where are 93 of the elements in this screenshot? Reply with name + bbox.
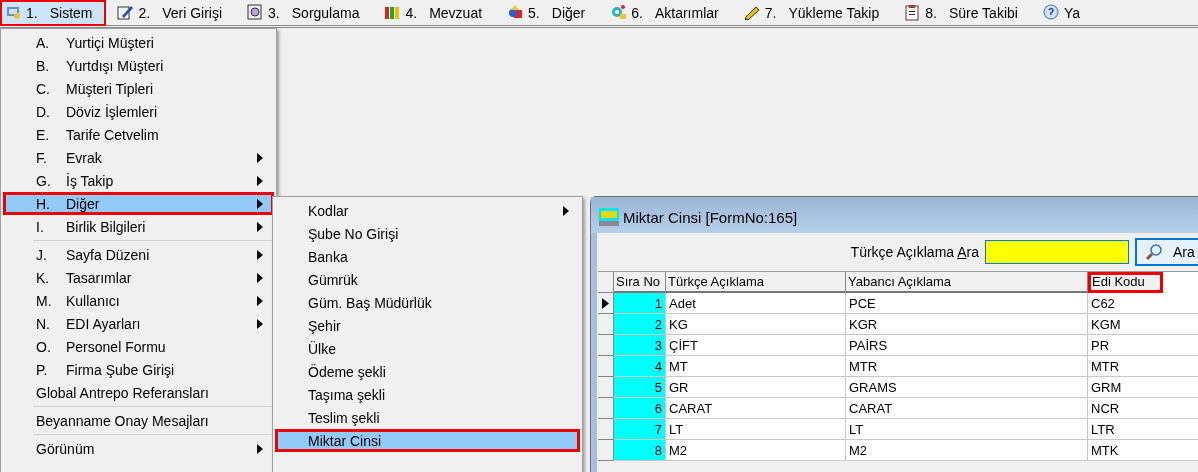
menu-item[interactable]: Global Antrepo Referansları: [3, 381, 274, 404]
menu-item[interactable]: B. Yurtdışı Müşteri: [3, 54, 274, 77]
menu-item[interactable]: C. Müşteri Tipleri: [3, 77, 274, 100]
menu-item[interactable]: Şehir: [275, 314, 580, 337]
table-cell: M2: [666, 440, 846, 461]
column-header[interactable]: Yabancı Açıklama: [846, 272, 1088, 293]
menu-bar-item[interactable]: 8. Süre Takibi: [899, 0, 1032, 26]
table-cell: KG: [666, 314, 846, 335]
menu-item[interactable]: D. Döviz İşlemleri: [3, 100, 274, 123]
menu-bar-item[interactable]: 1. Sistem: [0, 0, 107, 26]
menu-item[interactable]: A. Yurtiçi Müşteri: [3, 31, 274, 54]
search-field[interactable]: [985, 240, 1129, 264]
table-cell: 5: [614, 377, 666, 398]
menu-item[interactable]: Kodlar: [275, 199, 580, 222]
menu-bar-item[interactable]: Ya: [1037, 0, 1094, 26]
menu-item[interactable]: O. Personel Formu: [3, 335, 274, 358]
table-cell: 2: [614, 314, 666, 335]
magnifier-icon: [247, 4, 265, 21]
table-cell: PAİRS: [846, 335, 1088, 356]
table-cell: LT: [666, 419, 846, 440]
row-indicator[interactable]: [598, 293, 614, 314]
shapes-icon: [507, 4, 525, 21]
menu-bar-item[interactable]: 3. Sorgulama: [242, 0, 374, 26]
menu-bar-item[interactable]: 6. Aktarımlar: [605, 0, 733, 26]
table-cell: CARAT: [846, 398, 1088, 419]
table-cell: PCE: [846, 293, 1088, 314]
table-cell: 6: [614, 398, 666, 419]
submenu-arrow-icon: [257, 318, 263, 329]
menu-item[interactable]: M. Kullanıcı: [3, 289, 274, 312]
search-label: Türkçe Açıklama Ara: [850, 244, 979, 260]
table-cell: 7: [614, 419, 666, 440]
table-cell: CARAT: [666, 398, 846, 419]
menu-item[interactable]: N. EDI Ayarları: [3, 312, 274, 335]
menu-item[interactable]: Taşıma şekli: [275, 383, 580, 406]
menu-item[interactable]: Görünüm: [3, 437, 274, 460]
help-icon: [1042, 4, 1060, 21]
menu-item[interactable]: K. Tasarımlar: [3, 266, 274, 289]
table-cell: GRAMS: [846, 377, 1088, 398]
submenu-arrow-icon: [257, 272, 263, 283]
menu-item[interactable]: Güm. Baş Müdürlük: [275, 291, 580, 314]
menu-item[interactable]: Şube No Girişi: [275, 222, 580, 245]
menu-item[interactable]: G. İş Takip: [3, 169, 274, 192]
menu-bar-item[interactable]: 7. Yükleme Takip: [738, 0, 894, 26]
column-header[interactable]: Sıra No: [614, 272, 666, 293]
table-cell: KGR: [846, 314, 1088, 335]
menu-item[interactable]: Gümrük: [275, 268, 580, 291]
menu-item[interactable]: H. Diğer: [3, 192, 274, 215]
menu-item[interactable]: Teslim şekli: [275, 406, 580, 429]
menu-item[interactable]: P. Firma Şube Girişi: [3, 358, 274, 381]
submenu-arrow-icon: [257, 221, 263, 232]
app-logo-icon: [599, 208, 619, 226]
submenu-arrow-icon: [257, 295, 263, 306]
table-cell: LT: [846, 419, 1088, 440]
table-cell: MTR: [846, 356, 1088, 377]
table-cell: 4: [614, 356, 666, 377]
table-cell: 8: [614, 440, 666, 461]
menu-bar-item[interactable]: 5. Diğer: [502, 0, 600, 26]
pencil-icon: [117, 4, 135, 21]
submenu-arrow-icon: [257, 152, 263, 163]
table-cell: Adet: [666, 293, 846, 314]
menu-item[interactable]: Miktar Cinsi: [275, 429, 580, 452]
submenu-arrow-icon: [257, 443, 263, 454]
search-button[interactable]: Ara: [1135, 238, 1198, 266]
table-cell: ÇİFT: [666, 335, 846, 356]
table-cell: GR: [666, 377, 846, 398]
menu-item[interactable]: E. Tarife Cetvelim: [3, 123, 274, 146]
computer-icon: [5, 4, 22, 21]
menu-bar-item[interactable]: 2. Veri Girişi: [112, 0, 237, 26]
table-cell: 3: [614, 335, 666, 356]
clipboard-icon: [904, 4, 922, 21]
table-cell: MT: [666, 356, 846, 377]
submenu-arrow-icon: [257, 175, 263, 186]
menu-item[interactable]: F. Evrak: [3, 146, 274, 169]
submenu-arrow-icon: [563, 205, 569, 216]
menu-item[interactable]: J. Sayfa Düzeni: [3, 243, 274, 266]
window-title: Miktar Cinsi [FormNo:165]: [623, 208, 798, 226]
column-header[interactable]: Türkçe Açıklama: [666, 272, 846, 293]
menu-bar-item[interactable]: 4. Mevzuat: [379, 0, 497, 26]
search-icon: [1145, 243, 1163, 261]
current-row-icon: [602, 297, 609, 309]
submenu-arrow-icon: [257, 249, 263, 260]
pen-icon: [743, 4, 761, 21]
column-header[interactable]: Edi Kodu: [1088, 272, 1163, 293]
menu-item[interactable]: Ülke: [275, 337, 580, 360]
menu-item[interactable]: I. Birlik Bilgileri: [3, 215, 274, 238]
table-cell: 1: [614, 293, 666, 314]
gear-icon: [610, 4, 628, 21]
table-cell: M2: [846, 440, 1088, 461]
submenu-arrow-icon: [257, 198, 263, 209]
books-icon: [384, 4, 402, 21]
menu-item[interactable]: Banka: [275, 245, 580, 268]
menu-item[interactable]: Ödeme şekli: [275, 360, 580, 383]
menu-item[interactable]: Beyanname Onay Mesajları: [3, 409, 274, 432]
